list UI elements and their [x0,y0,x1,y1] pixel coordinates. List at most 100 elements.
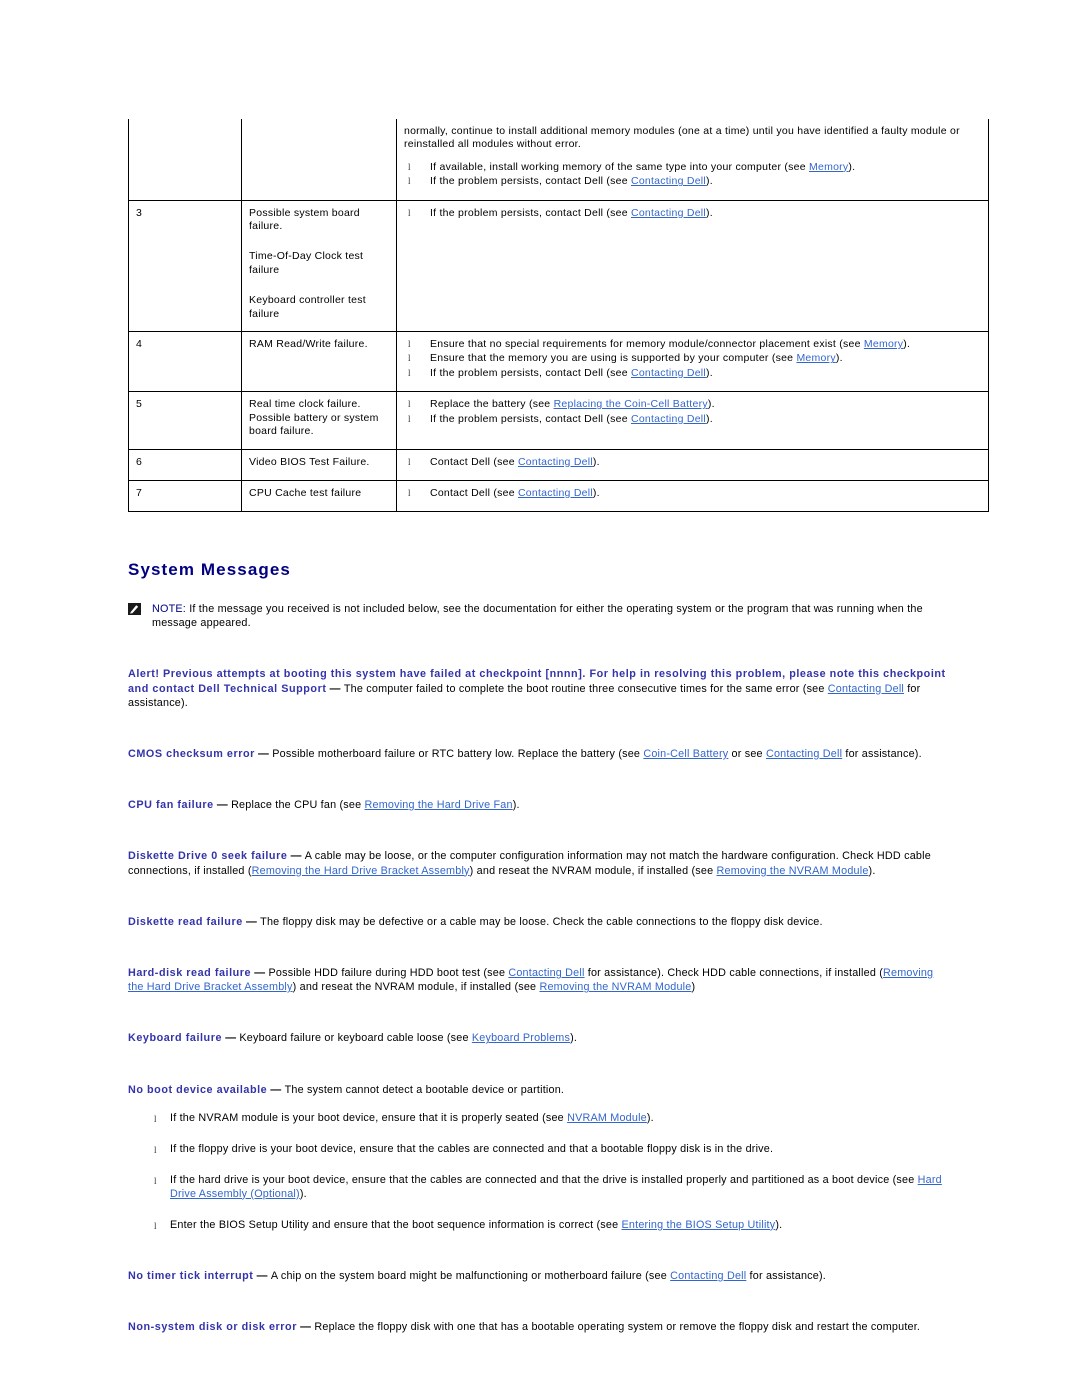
doc-link[interactable]: Contacting Dell [631,207,706,219]
note-callout: NOTE: If the message you received is not… [128,602,946,630]
em-dash: — [213,799,232,812]
system-message-entry: Keyboard failure — Keyboard failure or k… [128,1031,946,1045]
em-dash: — [287,850,305,863]
system-message-text: Non-system disk or disk error — Replace … [128,1320,921,1333]
list-item: Enter the BIOS Setup Utility and ensure … [128,1218,946,1233]
bullet-list: If the problem persists, contact Dell (s… [404,207,981,221]
cause-line: CPU Cache test failure [249,486,362,499]
beep-cause-cell [241,119,397,201]
list-item: If the NVRAM module is your boot device,… [128,1111,946,1126]
doc-link[interactable]: Contacting Dell [518,487,593,499]
message-term: Diskette Drive 0 seek failure [128,850,288,863]
message-term: CPU fan failure [128,799,214,812]
list-item: Ensure that the memory you are using is … [404,352,981,366]
beep-code-cell [128,119,242,201]
doc-link[interactable]: Removing the Hard Drive Fan [365,799,513,811]
doc-link[interactable]: Contacting Dell [518,456,593,468]
table-row: 4 RAM Read/Write failure. Ensure that no s… [128,331,989,393]
em-dash: — [296,1320,315,1333]
doc-link[interactable]: Coin-Cell Battery [643,748,728,760]
system-message-text: CPU fan failure — Replace the CPU fan (s… [128,799,520,812]
system-message-text: Hard-disk read failure — Possible HDD fa… [128,966,934,994]
doc-link[interactable]: Contacting Dell [670,1270,746,1282]
message-term: Hard-disk read failure [128,966,252,979]
doc-link[interactable]: Removing the NVRAM Module [717,865,869,877]
system-message-text: Diskette read failure — The floppy disk … [128,915,823,928]
beep-code-cell: 7 [128,479,242,513]
note-label: NOTE: [152,603,186,616]
message-term: CMOS checksum error [128,747,255,760]
bullet-list: Ensure that no special requirements for … [404,338,981,381]
list-item: If the floppy drive is your boot device,… [128,1142,946,1157]
em-dash: — [222,1032,240,1045]
cause-line: Real time clock failure. Possible batter… [249,398,379,438]
doc-link[interactable]: Contacting Dell [508,967,584,979]
list-item: If the problem persists, contact Dell (s… [404,207,981,221]
list-item: Contact Dell (see Contacting Dell). [404,456,981,470]
beep-cause-cell: Real time clock failure. Possible batter… [241,391,397,450]
doc-link[interactable]: Contacting Dell [631,413,706,425]
doc-link[interactable]: Keyboard Problems [472,1032,570,1044]
note-text: If the message you received is not inclu… [152,603,923,630]
beep-action-cell: If the problem persists, contact Dell (s… [396,199,989,333]
bullet-list: Contact Dell (see Contacting Dell). [404,456,981,470]
cause-line: RAM Read/Write failure. [249,338,368,351]
cause-line: Possible system board failure. [249,206,360,233]
system-message-text: No boot device available — The system ca… [128,1083,565,1096]
system-message-entry: Diskette read failure — The floppy disk … [128,915,946,929]
table-row: 7 CPU Cache test failure Contact Dell (see… [128,479,989,513]
beep-action-cell: Contact Dell (see Contacting Dell). [396,448,989,481]
bullet-list: Contact Dell (see Contacting Dell). [404,487,981,501]
message-term: Diskette read failure [128,915,243,928]
doc-link[interactable]: Contacting Dell [828,683,904,695]
doc-link[interactable]: Memory [864,338,903,350]
doc-link[interactable]: Removing the Hard Drive Bracket Assembly [252,865,470,877]
beep-action-cell: Replace the battery (see Replacing the C… [396,391,989,450]
em-dash: — [251,966,269,979]
note-pencil-icon [128,603,141,616]
bullet-list: Replace the battery (see Replacing the C… [404,398,981,426]
doc-link[interactable]: Contacting Dell [631,175,706,187]
system-message-entry: No timer tick interrupt — A chip on the … [128,1269,946,1283]
beep-code-table-body: normally, continue to install additional… [128,119,989,513]
system-message-text: Diskette Drive 0 seek failure — A cable … [128,850,931,877]
system-message-entry: No boot device available — The system ca… [128,1083,946,1233]
doc-link[interactable]: Memory [809,161,848,173]
doc-link[interactable]: Contacting Dell [631,367,706,379]
beep-code-cell: 4 [128,331,242,393]
system-message-text: Keyboard failure — Keyboard failure or k… [128,1032,578,1045]
doc-link[interactable]: Memory [796,352,835,364]
beep-code-cell: 5 [128,391,242,450]
beep-action-cell: Ensure that no special requirements for … [396,331,989,393]
document-page: normally, continue to install additional… [128,0,989,1334]
system-message-entry: Non-system disk or disk error — Replace … [128,1320,946,1334]
table-row: 6 Video BIOS Test Failure. Contact Dell (s… [128,448,989,481]
message-term: Alert! Previous attempts at booting this… [128,668,946,695]
doc-link[interactable]: NVRAM Module [567,1112,647,1124]
table-row: normally, continue to install additional… [128,119,989,201]
table-row: 3 Possible system board failure. Time-Of-D… [128,199,989,333]
system-message-entry: Alert! Previous attempts at booting this… [128,667,946,710]
cause-line: Video BIOS Test Failure. [249,455,370,468]
cause-line: Time-Of-Day Clock test failure [249,250,364,276]
beep-action-cell: Contact Dell (see Contacting Dell). [396,479,989,513]
doc-link[interactable]: Removing the NVRAM Module [539,981,691,993]
list-item: If the problem persists, contact Dell (s… [404,413,981,427]
message-term: No boot device available [128,1083,268,1096]
list-item: If available, install working memory of … [404,161,981,175]
system-message-text: Alert! Previous attempts at booting this… [128,668,946,709]
beep-code-cell: 6 [128,448,242,481]
list-item: Replace the battery (see Replacing the C… [404,398,981,412]
em-dash: — [242,915,261,928]
doc-link[interactable]: Replacing the Coin-Cell Battery [554,398,708,410]
beep-code-table: normally, continue to install additional… [128,119,989,513]
doc-link[interactable]: Hard Drive Assembly (Optional) [170,1174,942,1200]
page-title: System Messages [128,560,291,580]
list-item: Contact Dell (see Contacting Dell). [404,487,981,501]
message-term: Keyboard failure [128,1032,222,1045]
system-message-entry: CPU fan failure — Replace the CPU fan (s… [128,798,946,812]
doc-link[interactable]: Entering the BIOS Setup Utility [622,1219,776,1231]
em-dash: — [253,1269,271,1282]
system-message-text: No timer tick interrupt — A chip on the … [128,1269,826,1282]
doc-link[interactable]: Contacting Dell [766,748,842,760]
